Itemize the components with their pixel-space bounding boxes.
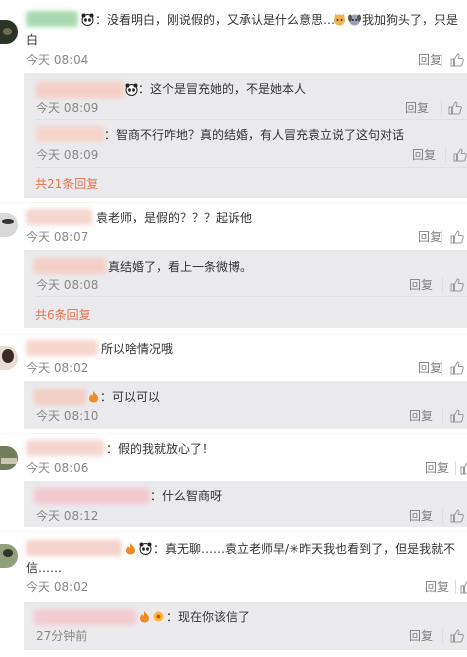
subreply-text: ：这个是冒充她的，不是她本人 (138, 82, 307, 96)
fire-emoji-icon (126, 543, 135, 555)
subreply-separator (36, 296, 467, 297)
username-redacted[interactable] (34, 488, 150, 504)
username-redacted[interactable] (26, 340, 98, 356)
reply-button[interactable]: 回复 (409, 277, 433, 293)
username-redacted[interactable] (34, 389, 86, 405)
divider (455, 461, 456, 475)
cat-emoji-icon (334, 13, 345, 26)
reply-button[interactable]: 回复 (418, 229, 442, 245)
reply-button[interactable]: 回复 (409, 408, 433, 424)
divider (441, 361, 442, 375)
panda-emoji-icon (125, 83, 138, 96)
comment-text: ：没看明白，刚说假的，又承认是什么意思… (95, 13, 336, 27)
subreply-text: 真结婚了，看上一条微博。 (108, 260, 253, 274)
avatar[interactable] (0, 446, 18, 470)
divider (442, 629, 443, 643)
comment-text: ：假的我就放心了！ (106, 442, 215, 456)
username-redacted[interactable] (26, 11, 78, 27)
comment-separator (0, 202, 467, 203)
thumbs-up-icon[interactable] (453, 148, 467, 162)
fire-emoji-icon (140, 611, 149, 623)
subreply-time: 27分钟前 (36, 629, 88, 643)
thumbs-up-icon[interactable] (450, 629, 464, 643)
divider (441, 53, 442, 67)
username-redacted[interactable] (36, 82, 124, 98)
subreply-text: ：智商不行咋地？真的结婚，有人冒充袁立说了这句对话 (104, 128, 405, 142)
divider (442, 409, 443, 423)
reply-button[interactable]: 回复 (425, 579, 449, 595)
comment-text-continued: 我加狗头了，只是 (362, 13, 459, 27)
comment-separator (0, 433, 467, 434)
divider (441, 101, 442, 115)
avatar[interactable] (0, 544, 18, 568)
comment-text: ：真无聊……袁立老师早/✳昨天我也看到了，但是我就不 (153, 542, 456, 556)
panda-emoji-icon (139, 542, 152, 555)
comment-text-line2: 信…… (26, 561, 63, 575)
avatar[interactable] (0, 346, 18, 370)
flower-emoji-icon (153, 611, 164, 622)
thumbs-up-icon[interactable] (450, 53, 464, 67)
avatar[interactable] (0, 20, 18, 44)
subreply-time: 今天 08:09 (36, 101, 99, 115)
thumbs-up-icon[interactable] (460, 461, 467, 475)
thumbs-up-icon[interactable] (450, 409, 464, 423)
thumbs-up-icon[interactable] (460, 580, 467, 594)
divider (445, 148, 446, 162)
comment-time: 今天 08:02 (26, 580, 89, 594)
dog-emoji-icon (348, 14, 361, 26)
comment-time: 今天 08:07 (26, 230, 89, 244)
reply-button[interactable]: 回复 (425, 460, 449, 476)
thumbs-up-icon[interactable] (448, 101, 462, 115)
divider (442, 509, 443, 523)
more-replies-link[interactable]: 共6条回复 (35, 307, 91, 323)
reply-button[interactable]: 回复 (409, 508, 433, 524)
subreply-text: ：现在你该信了 (166, 610, 251, 624)
fire-emoji-icon (89, 391, 98, 403)
reply-button[interactable]: 回复 (412, 147, 436, 163)
username-redacted[interactable] (26, 209, 92, 225)
username-redacted[interactable] (34, 258, 106, 274)
comment-separator (0, 531, 467, 532)
thumbs-up-icon[interactable] (450, 230, 464, 244)
divider (441, 230, 442, 244)
divider (455, 580, 456, 594)
comment-separator (0, 334, 467, 335)
username-redacted[interactable] (26, 540, 122, 556)
panda-emoji-icon (81, 13, 94, 26)
thumbs-up-icon[interactable] (450, 361, 464, 375)
username-redacted[interactable] (34, 609, 136, 625)
subreply-box: ：什么智商呀 今天 08:12 回复 (24, 481, 467, 527)
comment-time: 今天 08:02 (26, 361, 89, 375)
subreply-box: 真结婚了，看上一条微博。 今天 08:08 回复 共6条回复 (24, 250, 467, 328)
username-redacted[interactable] (26, 440, 104, 456)
subreply-time: 今天 08:09 (36, 148, 99, 162)
subreply-text: ：可以可以 (100, 390, 161, 404)
subreply-text: ：什么智商呀 (150, 489, 223, 503)
comment-time: 今天 08:04 (26, 53, 89, 67)
reply-button[interactable]: 回复 (418, 52, 442, 68)
thumbs-up-icon[interactable] (450, 509, 464, 523)
subreply-box: ：这个是冒充她的，不是她本人 今天 08:09 回复 ：智商不行咋地？真的结婚，… (24, 73, 467, 198)
subreply-separator (36, 119, 467, 120)
divider (442, 278, 443, 292)
reply-button[interactable]: 回复 (405, 100, 429, 116)
avatar[interactable] (0, 213, 18, 237)
reply-button[interactable]: 回复 (409, 628, 433, 644)
thumbs-up-icon[interactable] (450, 278, 464, 292)
subreply-time: 今天 08:08 (36, 278, 99, 292)
username-redacted[interactable] (36, 126, 104, 142)
more-replies-link[interactable]: 共21条回复 (35, 176, 98, 192)
subreply-time: 今天 08:12 (36, 509, 99, 523)
subreply-box: ：现在你该信了 27分钟前 回复 (24, 602, 467, 650)
comment-text: 所以啥情况哦 (101, 342, 174, 356)
comment-text-line2: 白 (26, 33, 39, 47)
subreply-box: ：可以可以 今天 08:10 回复 (24, 381, 467, 429)
subreply-separator (36, 167, 467, 168)
subreply-time: 今天 08:10 (36, 409, 99, 423)
comment-text: 袁老师，是假的？？？起诉他 (96, 211, 253, 225)
comment-time: 今天 08:06 (26, 461, 89, 475)
reply-button[interactable]: 回复 (418, 360, 442, 376)
